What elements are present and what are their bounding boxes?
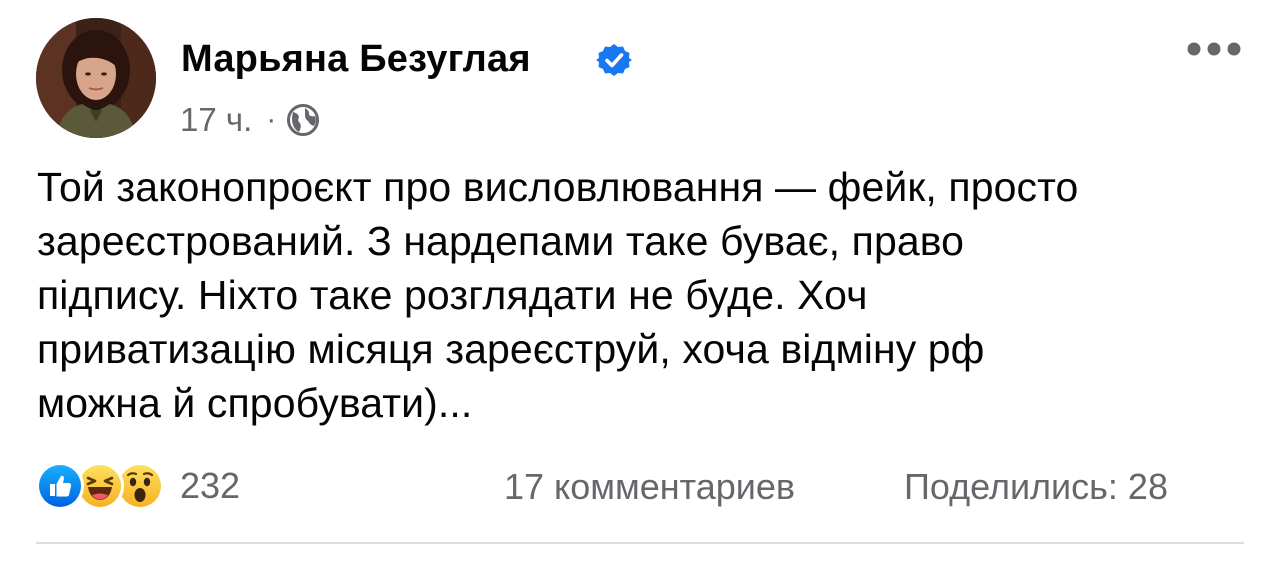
post-timestamp[interactable]: 17 ч. (180, 101, 252, 139)
meta-separator: · (266, 103, 277, 136)
post-text-line: можна й спробувати)... (37, 380, 473, 426)
post-meta: 17 ч. · (180, 100, 320, 140)
divider (36, 542, 1244, 544)
like-icon (36, 462, 84, 510)
comments-count-link[interactable]: 17 комментариев (504, 466, 795, 508)
avatar-photo (36, 18, 156, 138)
verified-badge-icon (596, 42, 632, 78)
reaction-count: 232 (180, 465, 241, 506)
facebook-post: Марьяна Безуглая 17 ч. · Той законопроєк… (0, 0, 1280, 569)
author-avatar[interactable] (36, 18, 156, 138)
post-text-line: Той законопроєкт про висловлювання — фей… (37, 164, 1079, 210)
author-name[interactable]: Марьяна Безуглая (181, 36, 531, 82)
shares-count-link[interactable]: Поделились: 28 (904, 466, 1168, 508)
more-options-icon[interactable] (1186, 36, 1242, 62)
post-text-line: підпису. Ніхто таке розглядати не буде. … (37, 272, 868, 318)
globe-icon[interactable] (286, 103, 320, 137)
post-text-line: зареєстрований. З нардепами таке буває, … (37, 218, 965, 264)
post-text: Той законопроєкт про висловлювання — фей… (37, 160, 1247, 430)
reactions-summary[interactable]: 232 (36, 462, 240, 510)
post-text-line: приватизацію місяця зареєструй, хоча від… (37, 326, 985, 372)
